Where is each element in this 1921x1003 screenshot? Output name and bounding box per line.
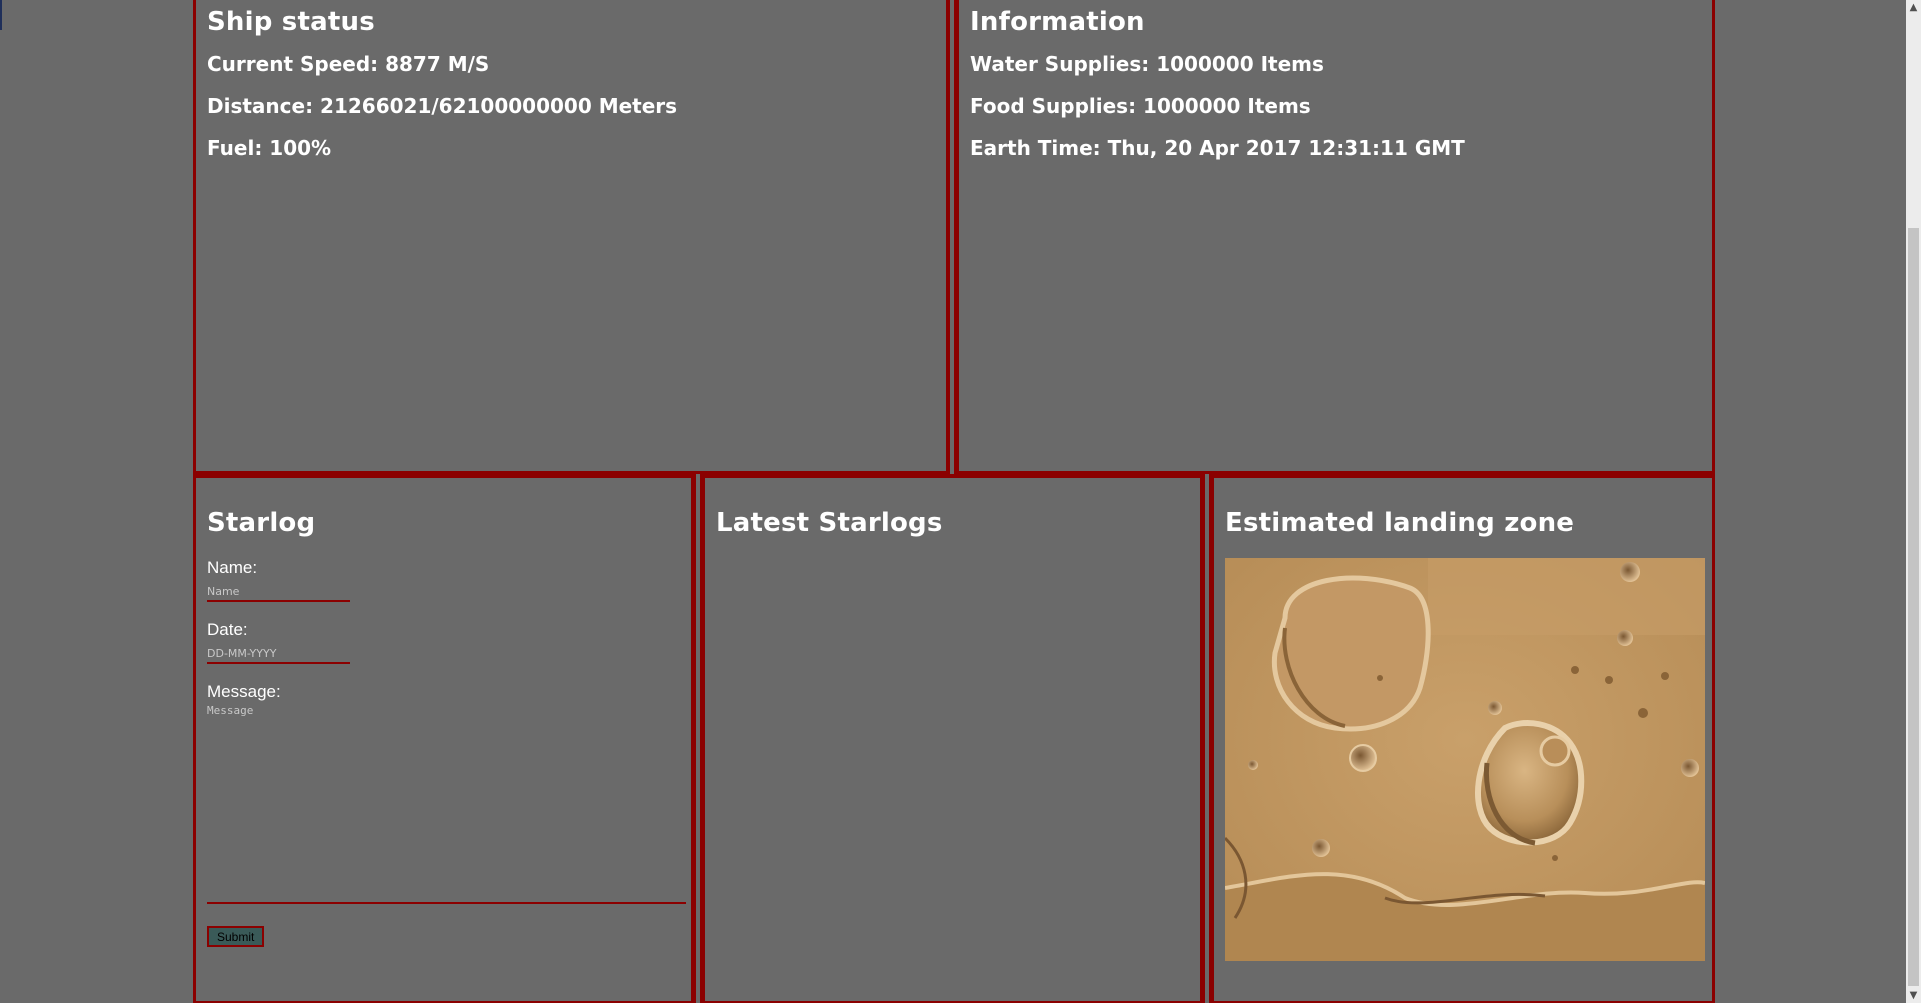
ship-status-title: Ship status: [207, 7, 375, 37]
information-stats: Water Supplies: 1000000 Items Food Suppl…: [970, 43, 1701, 169]
fuel: Fuel: 100%: [207, 136, 332, 160]
scroll-down-arrow-icon[interactable]: ▼: [1906, 988, 1921, 1003]
earth-time: Earth Time: Thu, 20 Apr 2017 12:31:11 GM…: [970, 136, 1465, 160]
date-input[interactable]: [207, 644, 350, 664]
name-label: Name:: [207, 558, 258, 577]
scroll-up-arrow-icon[interactable]: ▲: [1906, 0, 1921, 15]
message-label: Message:: [207, 682, 281, 701]
vertical-scrollbar[interactable]: ▲ ▼: [1906, 0, 1921, 1003]
landing-zone-image: [1225, 558, 1705, 961]
starlog-form: Name: Date: Message: Submit: [207, 558, 686, 947]
water-supplies: Water Supplies: 1000000 Items: [970, 52, 1324, 76]
information-title: Information: [970, 7, 1145, 37]
landing-zone-panel: Estimated landing zone: [1209, 474, 1715, 1003]
starlog-panel: Starlog Name: Date: Message: Submit: [193, 474, 696, 1003]
distance: Distance: 21266021/62100000000 Meters: [207, 94, 678, 118]
information-panel: Information Water Supplies: 1000000 Item…: [954, 0, 1715, 474]
starlog-title: Starlog: [207, 508, 316, 538]
food-supplies: Food Supplies: 1000000 Items: [970, 94, 1311, 118]
latest-starlogs-panel: Latest Starlogs: [700, 474, 1205, 1003]
page: Ship status Current Speed: 8877 M/S Dist…: [0, 0, 1921, 1003]
scrollbar-thumb[interactable]: [1908, 228, 1919, 986]
latest-starlogs-title: Latest Starlogs: [716, 508, 943, 538]
submit-button[interactable]: Submit: [207, 926, 265, 947]
window-edge: [0, 0, 2, 30]
landing-zone-title: Estimated landing zone: [1225, 508, 1575, 538]
ship-status-panel: Ship status Current Speed: 8877 M/S Dist…: [193, 0, 950, 474]
ship-status-stats: Current Speed: 8877 M/S Distance: 212660…: [207, 43, 935, 169]
current-speed: Current Speed: 8877 M/S: [207, 52, 490, 76]
date-label: Date:: [207, 620, 248, 639]
message-textarea[interactable]: [207, 704, 686, 904]
name-input[interactable]: [207, 582, 350, 602]
